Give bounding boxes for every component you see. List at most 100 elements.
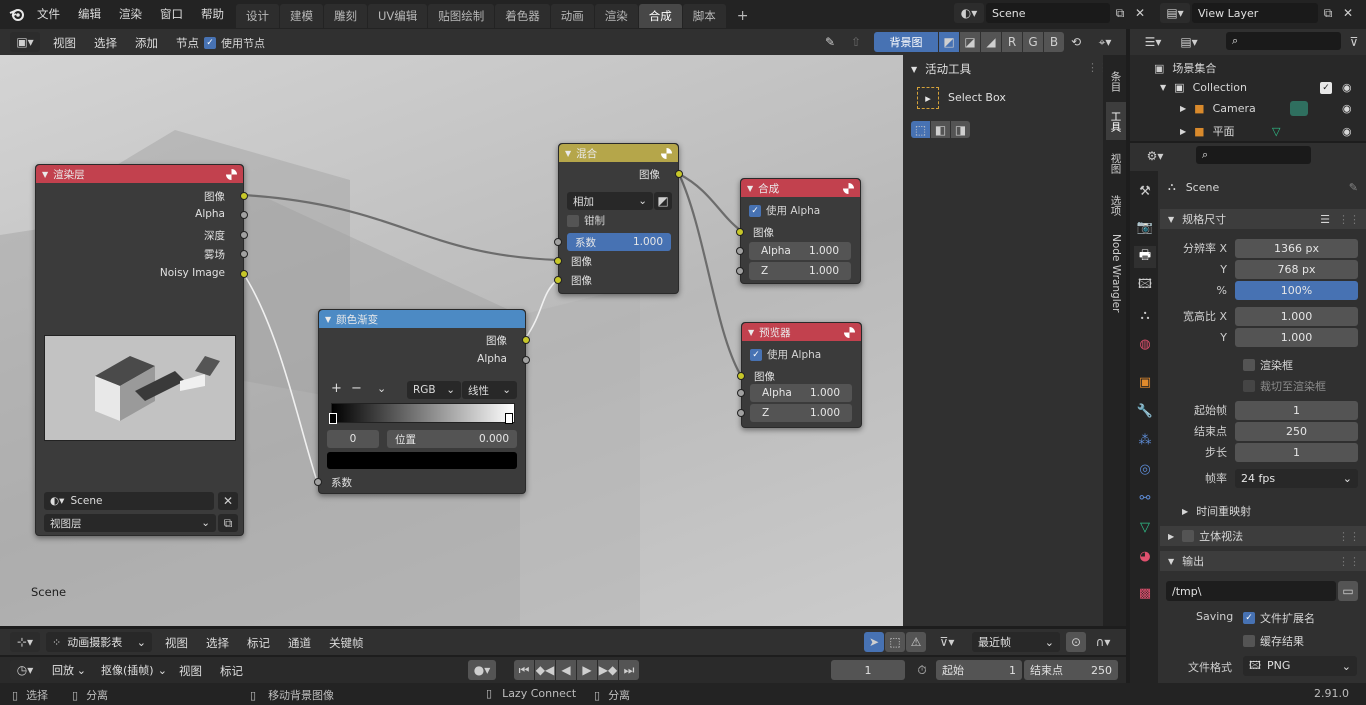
socket-image1-in[interactable] <box>554 257 562 265</box>
frame-start-field[interactable]: 1 <box>1235 400 1358 420</box>
socket-noisy-out[interactable] <box>240 270 248 278</box>
camera-row[interactable]: ▶ ■ Camera ◉ <box>1180 101 1366 116</box>
eye-icon[interactable]: ◉ <box>1342 81 1352 94</box>
mode-new-icon[interactable]: ⬚ <box>911 121 930 138</box>
object-tab-icon[interactable]: ▣ <box>1134 371 1156 393</box>
menu-key[interactable]: 关键帧 <box>320 635 373 651</box>
backdrop-alpha-icon[interactable]: ◪ <box>960 32 980 52</box>
backdrop-channels-icon[interactable]: ◩ <box>939 32 959 52</box>
time-remapping-subpanel[interactable]: ▶ 时间重映射 <box>1182 503 1251 519</box>
use-alpha-checkbox[interactable]: ✓ 使用 Alpha <box>750 347 821 362</box>
blend-mode-dropdown[interactable]: 相加 ⌄ <box>567 192 653 210</box>
physics-tab-icon[interactable]: ◎ <box>1134 458 1156 480</box>
menu-view[interactable]: 视图 <box>170 663 211 679</box>
tab-shading[interactable]: 着色器 <box>495 4 550 28</box>
node-header[interactable]: ▼ 合成 <box>741 179 860 197</box>
socket-z-in[interactable] <box>736 267 744 275</box>
aspect-y-field[interactable]: 1.000 <box>1235 327 1358 347</box>
delete-view-layer-icon[interactable]: ✕ <box>1338 3 1358 23</box>
editor-type-icon[interactable]: ▣▾ <box>10 32 40 52</box>
outliner-search-input[interactable]: ⌕ <box>1226 32 1341 50</box>
tab-scripting[interactable]: 脚本 <box>682 4 726 28</box>
tab-uv-editing[interactable]: UV编辑 <box>368 4 428 28</box>
particles-tab-icon[interactable]: ⁂ <box>1134 429 1156 451</box>
collection-checkbox[interactable]: ✓ <box>1320 81 1332 94</box>
socket-fac-in[interactable] <box>554 238 562 246</box>
tab-animation[interactable]: 动画 <box>550 4 594 28</box>
socket-mist-out[interactable] <box>240 250 248 258</box>
use-nodes-checkbox[interactable]: ✓ 使用节点 <box>204 35 265 51</box>
parent-node-tree-icon[interactable]: ⇧ <box>846 32 866 52</box>
mix-node[interactable]: ▼ 混合 图像 相加 ⌄ ◩ 钳制 系数 1.000 图像 图像 <box>554 143 683 294</box>
sidebar-tab-item[interactable]: 条目 <box>1106 62 1126 100</box>
falloff-icon[interactable]: ∩▾ <box>1088 632 1118 652</box>
z-field[interactable]: Z 1.000 <box>750 404 852 422</box>
pin-icon[interactable]: ✎ <box>1349 181 1358 194</box>
menu-view[interactable]: 视图 <box>156 635 197 651</box>
eye-icon[interactable]: ◉ <box>1342 125 1352 138</box>
file-extensions-checkbox[interactable]: ✓ 文件扩展名 <box>1243 610 1315 626</box>
display-mode-icon[interactable]: ▤▾ <box>1174 32 1204 52</box>
stereoscopy-panel-header[interactable]: ▶ 立体视法 ⋮⋮ <box>1160 526 1366 546</box>
view-layer-name-field[interactable]: View Layer <box>1192 3 1318 23</box>
alpha-field[interactable]: Alpha 1.000 <box>750 384 852 402</box>
view-layer-dropdown[interactable]: 视图层 ⌄ <box>44 514 216 532</box>
color-ramp-gradient[interactable] <box>331 403 515 423</box>
menu-edit[interactable]: 编辑 <box>69 6 110 22</box>
node-header[interactable]: ▼ 渲染层 <box>36 165 243 183</box>
current-frame-field[interactable]: 1 <box>831 660 905 680</box>
folder-browse-icon[interactable]: ▭ <box>1338 581 1358 601</box>
stop-index-field[interactable]: 0 <box>327 430 379 448</box>
resolution-percent-field[interactable]: 100% <box>1235 280 1358 300</box>
dimensions-panel-header[interactable]: ▼ 规格尺寸 ☰ ⋮⋮ <box>1160 209 1366 229</box>
output-panel-header[interactable]: ▼ 输出 ⋮⋮ <box>1160 551 1366 571</box>
node-header[interactable]: ▼ 混合 <box>559 144 678 162</box>
new-scene-icon[interactable]: ⧉ <box>1110 3 1130 23</box>
interpolation-dropdown[interactable]: 线性 ⌄ <box>462 381 517 399</box>
modifier-tab-icon[interactable]: 🔧 <box>1134 400 1156 422</box>
pin-icon[interactable]: ✎ <box>820 32 840 52</box>
scene-name-field[interactable]: Scene <box>986 3 1110 23</box>
menu-node[interactable]: 节点 <box>167 35 208 51</box>
prev-keyframe-icon[interactable]: ◆◀ <box>535 660 555 680</box>
scene-selector-icon[interactable]: ◐▾ <box>954 3 984 23</box>
show-hidden-icon[interactable]: ⬚ <box>885 632 905 652</box>
socket-depth-out[interactable] <box>240 231 248 239</box>
output-path-input[interactable]: /tmp\ <box>1166 581 1336 601</box>
preview-range-icon[interactable]: ⏱ <box>912 660 932 680</box>
color-ramp-node[interactable]: ▼ 颜色渐变 图像 Alpha + − ⌄ RGB ⌄ 线性 ⌄ 0 位置 0.000 … <box>314 309 530 494</box>
socket-image-out[interactable] <box>240 192 248 200</box>
stop-color-swatch[interactable] <box>327 452 517 469</box>
socket-alpha-out[interactable] <box>240 211 248 219</box>
view-layer-tab-icon[interactable]: 🖾 <box>1134 275 1156 297</box>
channel-r-button[interactable]: R <box>1002 32 1022 52</box>
color-mode-dropdown[interactable]: RGB ⌄ <box>407 381 461 399</box>
socket-alpha-in[interactable] <box>737 389 745 397</box>
composite-node[interactable]: ▼ 合成 ✓ 使用 Alpha 图像 Alpha 1.000 Z 1.000 <box>736 178 861 284</box>
scene-collection-row[interactable]: ▣ 场景集合 <box>1154 60 1216 76</box>
menu-select[interactable]: 选择 <box>197 635 238 651</box>
scene-tab-icon[interactable]: ⛬ <box>1134 304 1156 326</box>
tab-texture-paint[interactable]: 贴图绘制 <box>428 4 495 28</box>
render-layers-node[interactable]: ▼ 渲染层 图像 Alpha 深度 雾场 Noisy Image ◐▾ Scene … <box>35 164 248 536</box>
frame-step-field[interactable]: 1 <box>1235 442 1358 462</box>
constraints-tab-icon[interactable]: ⚯ <box>1134 487 1156 509</box>
data-tab-icon[interactable]: ▽ <box>1134 516 1156 538</box>
material-tab-icon[interactable]: ◕ <box>1134 545 1156 567</box>
channel-b-button[interactable]: B <box>1044 32 1064 52</box>
socket-alpha-out[interactable] <box>522 356 530 364</box>
texture-tab-icon[interactable]: ▩ <box>1134 582 1156 604</box>
node-header[interactable]: ▼ 预览器 <box>742 323 861 341</box>
add-workspace-button[interactable]: + <box>727 4 759 28</box>
resolution-y-field[interactable]: 768 px <box>1235 259 1358 279</box>
socket-z-in[interactable] <box>737 409 745 417</box>
output-tab-icon[interactable]: 🖶 <box>1134 246 1156 268</box>
menu-marker[interactable]: 标记 <box>238 635 279 651</box>
delete-scene-icon[interactable]: ✕ <box>1130 3 1150 23</box>
menu-window[interactable]: 窗口 <box>151 6 192 22</box>
play-reverse-icon[interactable]: ◀ <box>556 660 576 680</box>
frame-rate-dropdown[interactable]: 24 fps ⌄ <box>1235 468 1358 488</box>
jump-end-icon[interactable]: ⏭ <box>619 660 639 680</box>
socket-image-in[interactable] <box>737 372 745 380</box>
tab-sculpting[interactable]: 雕刻 <box>324 4 367 28</box>
